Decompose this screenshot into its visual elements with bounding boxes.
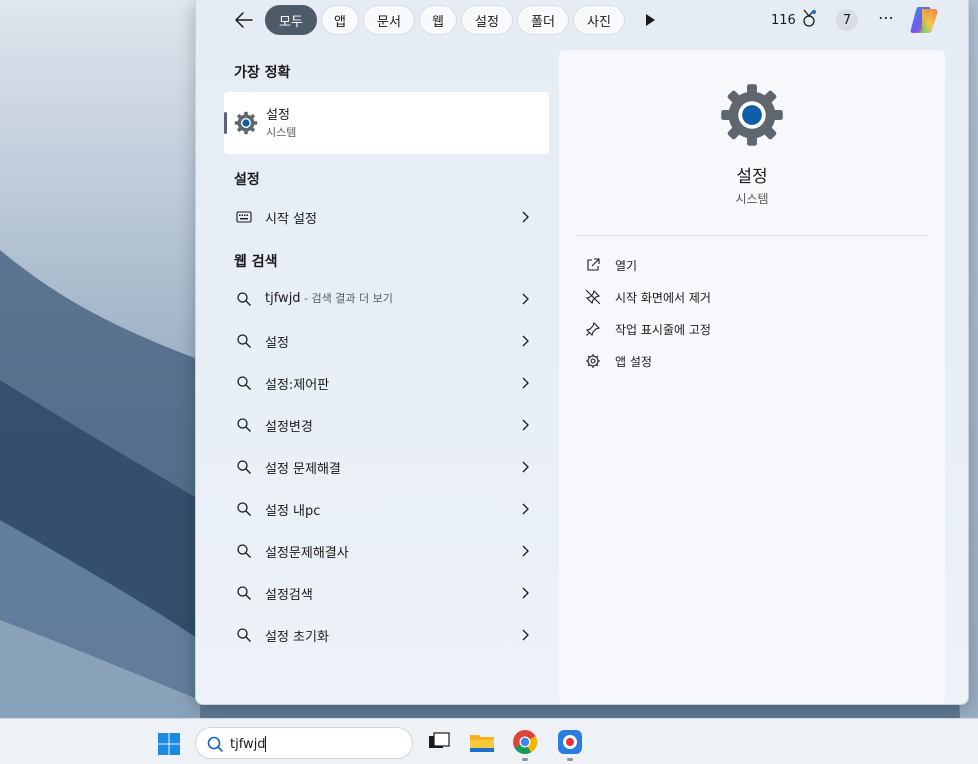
web-result-label: 설정검색 bbox=[265, 588, 313, 603]
action-pin-taskbar[interactable]: 작업 표시줄에 고정 bbox=[585, 318, 885, 340]
pin-icon bbox=[585, 321, 601, 337]
chevron-right-icon bbox=[522, 293, 529, 305]
gear-icon bbox=[586, 354, 600, 368]
taskbar-search-input[interactable] bbox=[230, 733, 400, 755]
web-result-row[interactable]: 설정 문제해결 bbox=[224, 447, 549, 487]
preview-subtitle: 시스템 bbox=[735, 192, 769, 206]
web-result-row[interactable]: 설정검색 bbox=[224, 573, 549, 613]
web-result-label: 설정:제어판 bbox=[265, 378, 330, 393]
notification-badge[interactable]: 7 bbox=[836, 9, 858, 31]
web-result-label: 설정 bbox=[265, 336, 289, 351]
search-icon bbox=[237, 502, 251, 516]
web-result-row[interactable]: 설정변경 bbox=[224, 405, 549, 445]
action-label: 앱 설정 bbox=[615, 355, 652, 369]
screen-recorder-icon[interactable] bbox=[556, 728, 584, 756]
file-explorer-icon[interactable] bbox=[468, 728, 496, 756]
play-more-icon[interactable] bbox=[643, 12, 657, 28]
rewards-medal-icon[interactable] bbox=[800, 8, 818, 30]
action-label: 시작 화면에서 제거 bbox=[615, 291, 711, 305]
chip-folders[interactable]: 폴더 bbox=[517, 5, 569, 35]
action-label: 열기 bbox=[615, 259, 638, 273]
best-match-heading: 가장 정확 bbox=[234, 65, 291, 81]
chrome-icon[interactable] bbox=[511, 728, 539, 756]
chevron-right-icon bbox=[522, 377, 529, 389]
chip-apps[interactable]: 앱 bbox=[321, 5, 359, 35]
web-result-label: 설정 문제해결 bbox=[265, 462, 341, 477]
web-result-row[interactable]: tjfwjd - 검색 결과 더 보기 bbox=[224, 279, 549, 319]
rewards-points: 116 bbox=[771, 13, 796, 28]
task-view-icon[interactable] bbox=[425, 728, 453, 756]
chevron-right-icon bbox=[522, 503, 529, 515]
settings-result-start-settings[interactable]: 시작 설정 bbox=[224, 197, 549, 237]
search-icon bbox=[237, 460, 251, 474]
filter-bar: 모두 앱 문서 웹 설정 폴더 사진 116 7 ⋯ bbox=[196, 0, 968, 40]
web-search-heading: 웹 검색 bbox=[234, 254, 278, 270]
web-result-label: tjfwjd bbox=[265, 291, 301, 306]
search-icon bbox=[237, 544, 251, 558]
settings-gear-icon bbox=[721, 84, 783, 146]
web-result-row[interactable]: 설정 내pc bbox=[224, 489, 549, 529]
running-indicator bbox=[567, 758, 573, 761]
best-match-item[interactable]: 설정 시스템 bbox=[224, 92, 549, 154]
search-icon bbox=[237, 376, 251, 390]
keyboard-settings-icon bbox=[236, 211, 252, 223]
chevron-right-icon bbox=[522, 545, 529, 557]
settings-gear-icon bbox=[234, 111, 258, 135]
more-options-icon[interactable]: ⋯ bbox=[876, 10, 896, 30]
web-result-suffix: - 검색 결과 더 보기 bbox=[300, 292, 393, 305]
chevron-right-icon bbox=[522, 629, 529, 641]
web-result-row[interactable]: 설정 bbox=[224, 321, 549, 361]
text-caret bbox=[265, 736, 266, 752]
search-icon bbox=[207, 736, 223, 752]
chevron-right-icon bbox=[522, 335, 529, 347]
search-icon bbox=[237, 586, 251, 600]
taskbar bbox=[0, 718, 978, 764]
chip-all[interactable]: 모두 bbox=[265, 5, 317, 35]
action-unpin-start[interactable]: 시작 화면에서 제거 bbox=[585, 286, 885, 308]
search-panel: 모두 앱 문서 웹 설정 폴더 사진 116 7 ⋯ 가장 정확 설정 시스템 … bbox=[195, 0, 969, 705]
search-icon bbox=[237, 418, 251, 432]
action-app-settings[interactable]: 앱 설정 bbox=[585, 350, 885, 372]
settings-heading: 설정 bbox=[234, 172, 260, 188]
chevron-right-icon bbox=[522, 211, 529, 223]
settings-result-label: 시작 설정 bbox=[265, 212, 317, 227]
preview-title: 설정 bbox=[736, 167, 768, 187]
web-result-label: 설정변경 bbox=[265, 420, 313, 435]
taskbar-search-box[interactable] bbox=[195, 727, 413, 759]
search-icon bbox=[237, 292, 251, 306]
search-icon bbox=[237, 334, 251, 348]
web-result-row[interactable]: 설정:제어판 bbox=[224, 363, 549, 403]
chip-photos[interactable]: 사진 bbox=[573, 5, 625, 35]
unpin-icon bbox=[585, 289, 601, 305]
selection-indicator bbox=[224, 112, 227, 134]
divider bbox=[575, 235, 929, 236]
action-open[interactable]: 열기 bbox=[585, 254, 885, 276]
chevron-right-icon bbox=[522, 419, 529, 431]
chevron-right-icon bbox=[522, 461, 529, 473]
best-match-subtitle: 시스템 bbox=[266, 126, 297, 139]
web-result-label: 설정 초기화 bbox=[265, 630, 329, 645]
open-external-icon bbox=[587, 258, 600, 271]
chip-web[interactable]: 웹 bbox=[419, 5, 457, 35]
best-match-name: 설정 bbox=[266, 108, 290, 123]
web-result-row[interactable]: 설정 초기화 bbox=[224, 615, 549, 655]
chip-documents[interactable]: 문서 bbox=[363, 5, 415, 35]
chip-settings[interactable]: 설정 bbox=[461, 5, 513, 35]
chevron-right-icon bbox=[522, 587, 529, 599]
running-indicator bbox=[522, 758, 528, 761]
copilot-icon[interactable] bbox=[908, 5, 940, 35]
back-arrow-icon[interactable] bbox=[232, 8, 256, 32]
windows-start-icon[interactable] bbox=[157, 732, 181, 756]
search-icon bbox=[237, 628, 251, 642]
web-result-row[interactable]: 설정문제해결사 bbox=[224, 531, 549, 571]
web-result-label: 설정문제해결사 bbox=[265, 546, 349, 561]
web-result-label: 설정 내pc bbox=[265, 504, 321, 519]
action-label: 작업 표시줄에 고정 bbox=[615, 323, 711, 337]
preview-pane: 설정 시스템 열기 시작 화면에서 제거 작업 표시줄에 고정 앱 설정 bbox=[559, 50, 945, 704]
